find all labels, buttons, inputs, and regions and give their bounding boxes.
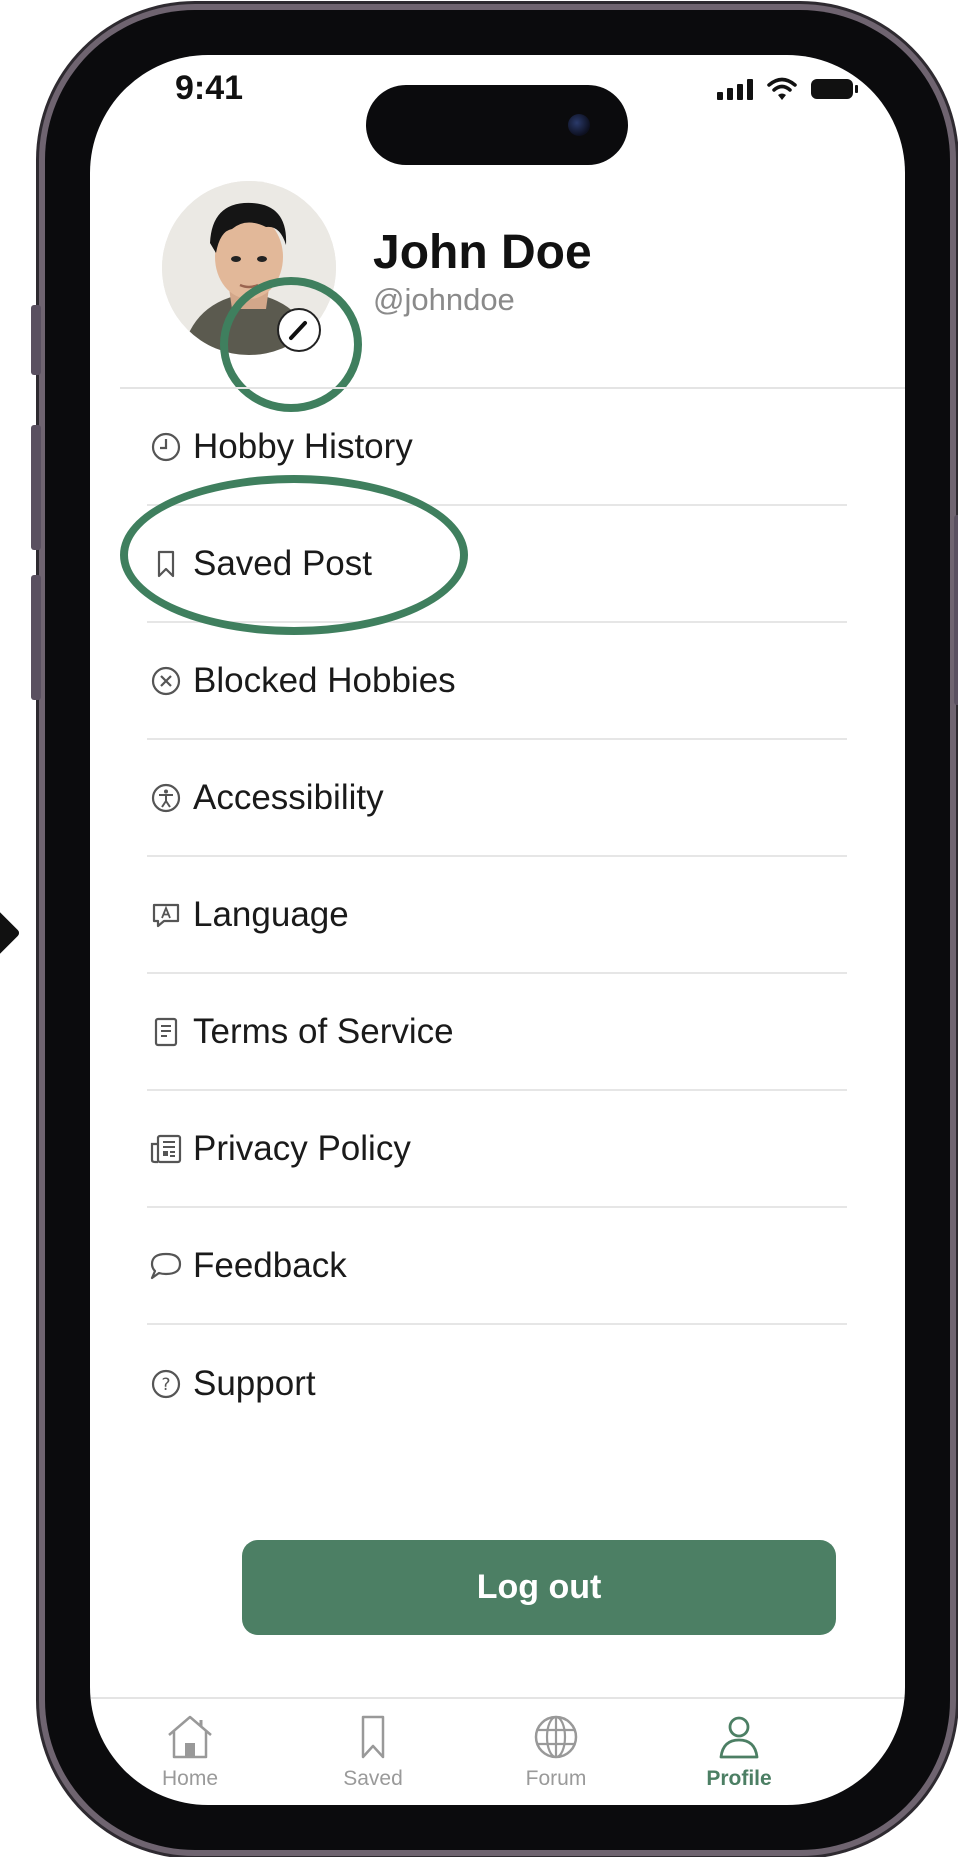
tab-label: Forum — [525, 1767, 587, 1790]
arrow-pointer — [0, 903, 21, 963]
mute-switch — [31, 305, 41, 375]
tab-label: Profile — [706, 1767, 772, 1790]
phone-frame: 9:41 John Doe @johndoe Hobby History Sav… — [31, 10, 958, 1850]
menu-item-accessibility[interactable]: Accessibility — [147, 740, 847, 857]
tab-forum[interactable]: Forum — [496, 1713, 616, 1791]
menu-item-feedback[interactable]: Feedback — [147, 1208, 847, 1325]
menu-item-blocked-hobbies[interactable]: Blocked Hobbies — [147, 623, 847, 740]
logout-button[interactable]: Log out — [242, 1540, 836, 1635]
dynamic-island — [366, 85, 628, 165]
menu-item-privacy-policy[interactable]: Privacy Policy — [147, 1091, 847, 1208]
menu-item-language[interactable]: Language — [147, 857, 847, 974]
home-icon — [168, 1715, 212, 1759]
tab-label: Saved — [343, 1767, 403, 1790]
profile-handle: @johndoe — [373, 282, 515, 317]
menu-item-label: Privacy Policy — [193, 1128, 411, 1168]
chat-bubble-icon — [147, 1247, 185, 1285]
newspaper-icon — [147, 1130, 185, 1168]
tab-saved[interactable]: Saved — [313, 1713, 433, 1791]
annotation-circle-saved-post — [120, 475, 468, 635]
menu-item-label: Terms of Service — [193, 1011, 454, 1051]
menu-item-label: Blocked Hobbies — [193, 660, 456, 700]
user-icon — [719, 1716, 759, 1759]
battery-icon — [811, 79, 858, 99]
profile-name: John Doe — [373, 226, 592, 279]
bookmark-icon — [361, 1715, 385, 1759]
menu-item-label: Support — [193, 1363, 316, 1403]
signal-icon — [717, 78, 753, 100]
status-icons — [717, 77, 858, 101]
x-circle-icon — [147, 662, 185, 700]
volume-down-button — [31, 575, 41, 700]
accessibility-icon — [147, 779, 185, 817]
volume-up-button — [31, 425, 41, 550]
status-time: 9:41 — [175, 69, 244, 107]
power-button — [954, 515, 958, 705]
phone-screen: 9:41 John Doe @johndoe Hobby History Sav… — [90, 55, 905, 1805]
wifi-icon — [767, 77, 797, 100]
tab-label: Home — [161, 1767, 219, 1790]
language-icon — [147, 896, 185, 934]
help-circle-icon: ? — [147, 1365, 185, 1403]
tab-bar: Home Saved Forum Profile — [90, 1699, 905, 1805]
document-icon — [147, 1013, 185, 1051]
menu-item-label: Feedback — [193, 1245, 347, 1285]
menu-item-label: Language — [193, 894, 349, 934]
globe-icon — [534, 1715, 578, 1759]
menu-item-label: Accessibility — [193, 777, 384, 817]
tab-home[interactable]: Home — [130, 1713, 250, 1791]
menu-item-support[interactable]: ? Support — [147, 1325, 847, 1442]
menu-item-label: Hobby History — [193, 426, 413, 466]
tab-profile[interactable]: Profile — [679, 1713, 799, 1791]
menu-item-terms-of-service[interactable]: Terms of Service — [147, 974, 847, 1091]
svg-text:?: ? — [161, 1375, 170, 1395]
clock-icon — [147, 428, 185, 466]
